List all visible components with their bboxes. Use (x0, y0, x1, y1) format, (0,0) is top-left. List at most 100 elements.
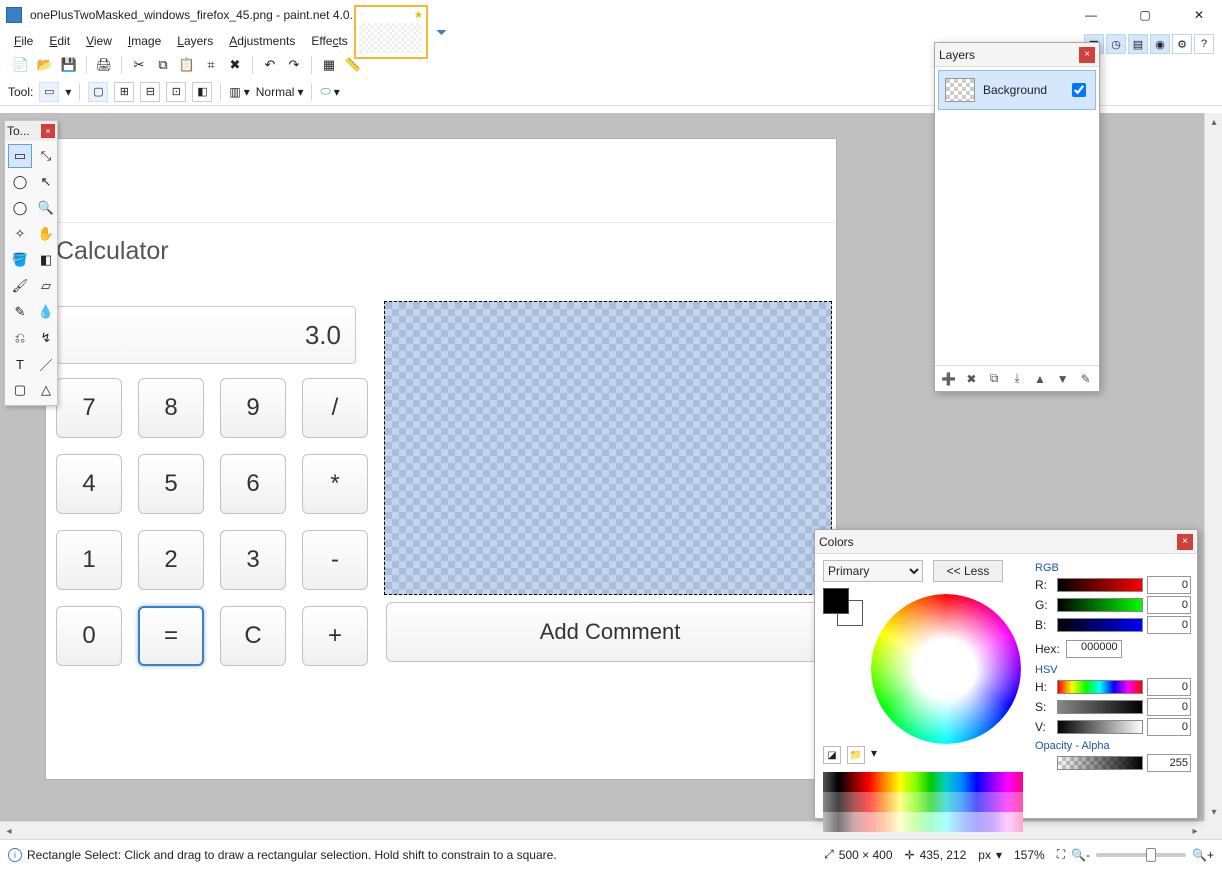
status-zoom[interactable]: 157% (1014, 848, 1045, 862)
add-comment-button[interactable]: Add Comment (386, 602, 834, 662)
tool-shapes-alt[interactable]: △ (34, 378, 58, 402)
hex-input[interactable]: 000000 (1066, 640, 1122, 658)
thumbnail-dropdown-icon[interactable]: ⏷ (436, 24, 447, 41)
layers-close-icon[interactable]: × (1079, 47, 1095, 63)
tool-dropdown-icon[interactable]: ▾ (65, 85, 71, 99)
tool-ellipse-select[interactable]: ◯ (8, 196, 32, 220)
layer-delete-icon[interactable]: ✖ (964, 371, 979, 387)
selmode-intersect[interactable]: ⊡ (166, 82, 186, 102)
zoom-in-icon[interactable]: 🔍+ (1192, 848, 1214, 862)
undo-icon[interactable]: ↶ (261, 56, 279, 74)
layer-row[interactable]: Background (938, 70, 1096, 110)
alpha-slider[interactable] (1057, 756, 1143, 770)
panel-layers-toggle[interactable]: ▤ (1128, 34, 1148, 54)
tool-move-selection[interactable]: ⤡ (34, 144, 58, 168)
calc-key-6[interactable]: 6 (220, 454, 286, 514)
open-icon[interactable]: 📂 (36, 56, 54, 74)
s-input[interactable]: 0 (1147, 698, 1191, 716)
tool-brush[interactable]: 🖌 (8, 274, 32, 298)
palette-dropdown-icon[interactable]: ▾ (871, 746, 877, 764)
tool-lasso[interactable]: ◯ (8, 170, 32, 194)
g-slider[interactable] (1057, 598, 1143, 612)
panel-colors-toggle[interactable]: ◉ (1150, 34, 1170, 54)
calc-key--[interactable]: - (302, 530, 368, 590)
layer-moveup-icon[interactable]: ▲ (1032, 371, 1047, 387)
calc-key-4[interactable]: 4 (56, 454, 122, 514)
status-unit[interactable]: px (978, 848, 991, 862)
calc-key-9[interactable]: 9 (220, 378, 286, 438)
colors-panel[interactable]: Colors × Primary << Less ◪ 📁 ▾ RGB R:0 G… (814, 529, 1198, 819)
calc-key-3[interactable]: 3 (220, 530, 286, 590)
canvas[interactable]: Calculator 3.0 789/456*123-0=C+ Add Comm… (46, 139, 836, 779)
print-icon[interactable]: 🖨 (95, 56, 113, 74)
redo-icon[interactable]: ↷ (285, 56, 303, 74)
image-thumbnail[interactable]: ★ (354, 5, 428, 59)
current-tool-icon[interactable]: ▭ (39, 82, 59, 102)
maximize-button[interactable]: ▢ (1122, 0, 1168, 30)
menu-view[interactable]: View (86, 34, 112, 48)
selmode-subtract[interactable]: ⊟ (140, 82, 160, 102)
deselect-icon[interactable]: ✖ (226, 56, 244, 74)
colors-close-icon[interactable]: × (1177, 534, 1193, 550)
color-wheel[interactable] (871, 594, 1021, 744)
layer-add-icon[interactable]: ➕ (941, 371, 956, 387)
crop-icon[interactable]: ⌗ (202, 56, 220, 74)
tool-recolor[interactable]: ↯ (34, 326, 58, 350)
selmode-add[interactable]: ⊞ (114, 82, 134, 102)
menu-file[interactable]: File (14, 34, 33, 48)
s-slider[interactable] (1057, 700, 1143, 714)
h-slider[interactable] (1057, 680, 1143, 694)
tools-close-icon[interactable]: × (41, 124, 55, 138)
menu-effects[interactable]: Effects (311, 34, 347, 48)
tool-pencil[interactable]: ✎ (8, 300, 32, 324)
menu-image[interactable]: Image (128, 34, 161, 48)
tools-palette[interactable]: To... × ▭ ⤡ ◯ ↖ ◯ 🔍 ✧ ✋ 🪣 ◧ 🖌 ▱ ✎ 💧 ⎌ ↯ … (4, 120, 58, 406)
tool-magic-wand[interactable]: ✧ (8, 222, 32, 246)
vertical-scrollbar[interactable]: ▴▾ (1204, 113, 1222, 821)
save-icon[interactable]: 💾 (60, 56, 78, 74)
layer-properties-icon[interactable]: ✎ (1078, 371, 1093, 387)
layer-mergedown-icon[interactable]: ⤓ (1010, 371, 1025, 387)
flood-mode-dropdown[interactable]: ▥▾ (229, 85, 249, 99)
calc-key-1[interactable]: 1 (56, 530, 122, 590)
calc-key-2[interactable]: 2 (138, 530, 204, 590)
r-input[interactable]: 0 (1147, 576, 1191, 594)
calc-key-+[interactable]: + (302, 606, 368, 666)
b-input[interactable]: 0 (1147, 616, 1191, 634)
zoom-slider[interactable] (1096, 853, 1186, 857)
tool-text[interactable]: T (8, 352, 32, 376)
r-slider[interactable] (1057, 578, 1143, 592)
tool-paintbucket[interactable]: 🪣 (8, 248, 32, 272)
calc-key-/[interactable]: / (302, 378, 368, 438)
b-slider[interactable] (1057, 618, 1143, 632)
horizontal-scrollbar[interactable]: ◂▸ (0, 821, 1204, 839)
calc-key-8[interactable]: 8 (138, 378, 204, 438)
calc-key-5[interactable]: 5 (138, 454, 204, 514)
selmode-invert[interactable]: ◧ (192, 82, 212, 102)
panel-history-toggle[interactable]: ◷ (1106, 34, 1126, 54)
new-icon[interactable]: 📄 (12, 56, 30, 74)
close-button[interactable]: ✕ (1176, 0, 1222, 30)
tool-pan[interactable]: ✋ (34, 222, 58, 246)
manage-palette-icon[interactable]: 📁 (847, 746, 865, 764)
blend-mode-dropdown[interactable]: Normal▾ (256, 85, 304, 99)
layer-visibility-checkbox[interactable] (1072, 83, 1086, 97)
minimize-button[interactable]: — (1068, 0, 1114, 30)
tool-rectangle-select[interactable]: ▭ (8, 144, 32, 168)
layers-panel[interactable]: Layers × Background ➕ ✖ ⧉ ⤓ ▲ ▼ ✎ (934, 42, 1100, 392)
v-slider[interactable] (1057, 720, 1143, 734)
tool-eraser[interactable]: ▱ (34, 274, 58, 298)
tool-line[interactable]: ／ (34, 352, 58, 376)
layer-movedown-icon[interactable]: ▼ (1055, 371, 1070, 387)
v-input[interactable]: 0 (1147, 718, 1191, 736)
menu-edit[interactable]: Edit (49, 34, 70, 48)
g-input[interactable]: 0 (1147, 596, 1191, 614)
paste-icon[interactable]: 📋 (178, 56, 196, 74)
copy-icon[interactable]: ⧉ (154, 56, 172, 74)
tool-clone[interactable]: ⎌ (8, 326, 32, 350)
selmode-replace[interactable]: ▢ (88, 82, 108, 102)
tool-move[interactable]: ↖ (34, 170, 58, 194)
calc-key-=[interactable]: = (138, 606, 204, 666)
less-button[interactable]: << Less (933, 560, 1003, 582)
tool-colorpicker[interactable]: 💧 (34, 300, 58, 324)
